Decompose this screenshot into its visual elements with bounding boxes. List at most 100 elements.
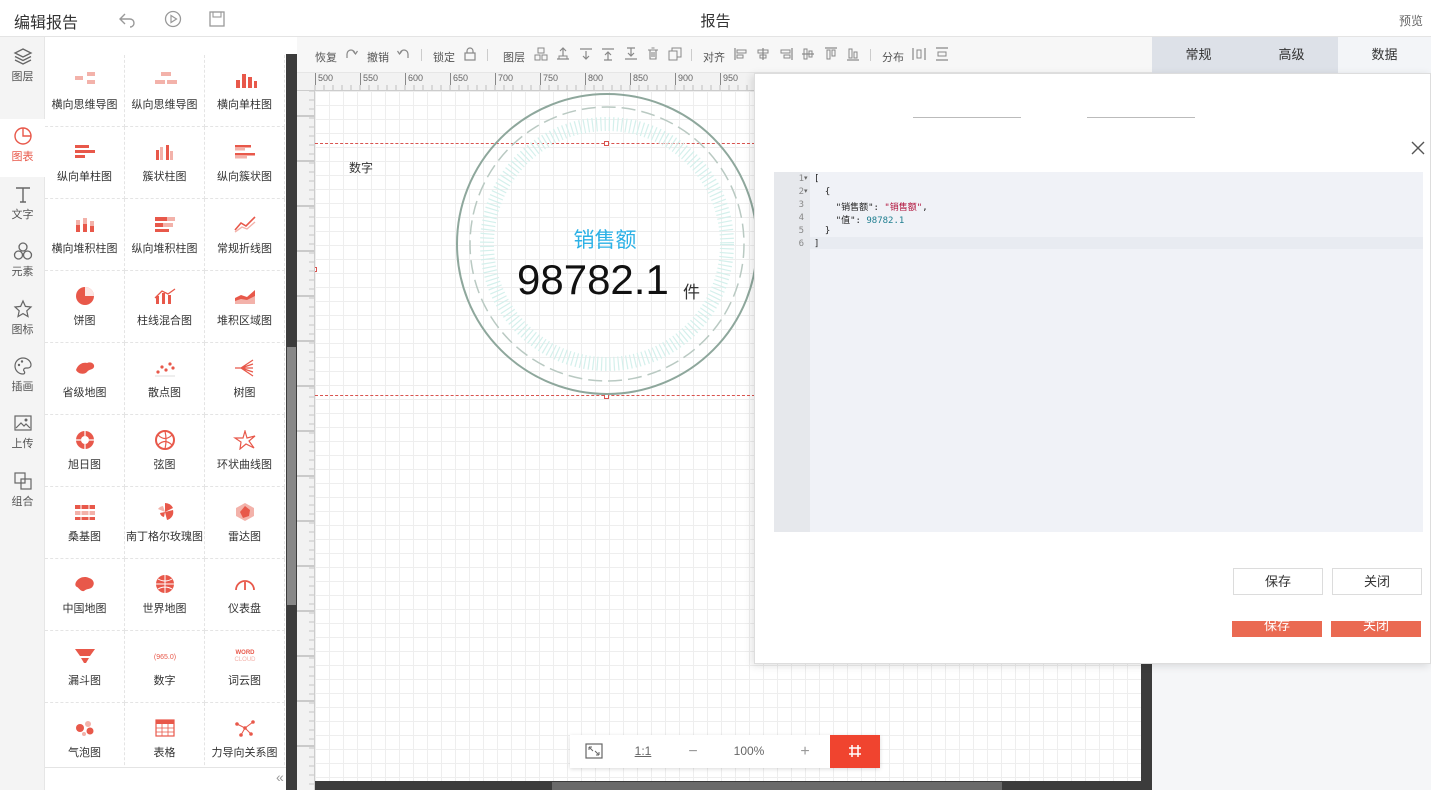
actual-size-button[interactable]: 1:1 xyxy=(618,735,668,768)
chart-type-icon: (965.0) xyxy=(153,654,175,661)
palette-item[interactable]: 南丁格尔玫瑰图 xyxy=(125,487,205,559)
palette-item[interactable]: 柱线混合图 xyxy=(125,271,205,343)
copy-icon[interactable] xyxy=(668,47,682,61)
data-editor-modal: 1 2 3 4 5 6 ▾ ▾ [ { "销售额": "销售额", "值": 9… xyxy=(754,73,1431,664)
send-backward-icon[interactable] xyxy=(579,47,593,61)
palette-scroll-thumb[interactable] xyxy=(287,347,296,605)
zoom-out-button[interactable]: − xyxy=(668,735,718,768)
align-center-v-icon[interactable] xyxy=(801,47,815,61)
palette-item[interactable]: 仪表盘 xyxy=(205,559,285,631)
canvas-scroll-thumb[interactable] xyxy=(552,782,1002,790)
tab-general[interactable]: 常规 xyxy=(1152,37,1245,73)
palette-item[interactable]: 散点图 xyxy=(125,343,205,415)
palette-item[interactable]: 环状曲线图 xyxy=(205,415,285,487)
palette-item[interactable]: 横向单柱图 xyxy=(205,55,285,127)
chart-type-icon xyxy=(75,721,93,736)
json-code-editor[interactable]: 1 2 3 4 5 6 ▾ ▾ [ { "销售额": "销售额", "值": 9… xyxy=(774,172,1423,532)
align-top-icon[interactable] xyxy=(824,47,838,61)
align-right-icon[interactable] xyxy=(779,47,793,61)
palette-item[interactable]: 树图 xyxy=(205,343,285,415)
rail-item-group[interactable]: 组合 xyxy=(0,464,45,522)
fit-screen-icon xyxy=(585,743,603,759)
chart-type-icon xyxy=(233,216,256,233)
palette-item[interactable]: (965.0) 数字 xyxy=(125,631,205,703)
distribute-h-icon[interactable] xyxy=(912,47,926,61)
rail-item-illustrations[interactable]: 插画 xyxy=(0,349,45,407)
palette-item[interactable]: 纵向单柱图 xyxy=(45,127,125,199)
rail-item-icons[interactable]: 图标 xyxy=(0,292,45,350)
tab-advanced[interactable]: 高级 xyxy=(1245,37,1338,73)
palette-item[interactable]: 桑基图 xyxy=(45,487,125,559)
bring-forward-icon[interactable] xyxy=(556,47,570,61)
close-button[interactable]: 关闭 xyxy=(1332,568,1422,595)
tab-data[interactable]: 数据 xyxy=(1338,37,1431,73)
zoom-in-button[interactable]: + xyxy=(780,735,830,768)
chart-type-icon xyxy=(232,430,255,450)
palette-item[interactable]: 横向堆积柱图 xyxy=(45,199,125,271)
rail-item-elements[interactable]: 元素 xyxy=(0,234,45,292)
palette-item-label: 弦图 xyxy=(153,459,176,471)
lock-icon[interactable] xyxy=(463,47,477,61)
palette-item[interactable]: WORD CLOUD 词云图 xyxy=(205,631,285,703)
palette-item[interactable]: 横向思维导图 xyxy=(45,55,125,127)
svg-text:WORD: WORD xyxy=(235,650,255,656)
palette-item-label: 纵向簇状图 xyxy=(217,171,272,183)
ruler-mark: 550 xyxy=(360,73,378,85)
modal-tab-underline[interactable] xyxy=(1087,117,1195,118)
palette-item[interactable]: 世界地图 xyxy=(125,559,205,631)
palette-item[interactable]: 纵向簇状图 xyxy=(205,127,285,199)
json-key: "销售额" xyxy=(835,203,874,213)
resize-handle[interactable] xyxy=(315,267,317,272)
send-to-back-icon[interactable] xyxy=(624,47,638,61)
layer-up-icon[interactable] xyxy=(534,47,548,61)
palette-item[interactable]: 堆积区域图 xyxy=(205,271,285,343)
canvas-scrollbar-vertical[interactable] xyxy=(1141,660,1152,790)
save-button-underlying[interactable]: 保存 xyxy=(1232,621,1322,637)
palette-item[interactable]: 纵向堆积柱图 xyxy=(125,199,205,271)
palette-item[interactable]: 力导向关系图 xyxy=(205,703,285,775)
fold-arrow-icon[interactable]: ▾ xyxy=(804,187,808,195)
close-icon[interactable] xyxy=(1410,140,1426,156)
palette-item[interactable]: 旭日图 xyxy=(45,415,125,487)
preview-button[interactable]: 预览 xyxy=(1399,12,1423,29)
palette-item[interactable]: 漏斗图 xyxy=(45,631,125,703)
widget-label: 数字 xyxy=(349,161,374,175)
fit-screen-button[interactable] xyxy=(570,735,618,768)
rail-item-layers[interactable]: 图层 xyxy=(0,39,45,97)
palette-item[interactable]: 纵向思维导图 xyxy=(125,55,205,127)
modal-tab-underline[interactable] xyxy=(913,117,1021,118)
redo-icon[interactable] xyxy=(344,47,358,61)
rail-item-upload[interactable]: 上传 xyxy=(0,406,45,464)
palette-item[interactable]: 省级地图 xyxy=(45,343,125,415)
rail-item-text[interactable]: 文字 xyxy=(0,177,45,235)
align-left-icon[interactable] xyxy=(734,47,748,61)
redo-label[interactable]: 恢复 xyxy=(315,49,337,65)
delete-icon[interactable] xyxy=(646,47,660,61)
code-line: "销售额": "销售额", xyxy=(835,203,928,213)
palette-item[interactable]: 气泡图 xyxy=(45,703,125,775)
palette-item[interactable]: 表格 xyxy=(125,703,205,775)
grid-toggle-button[interactable] xyxy=(830,735,880,768)
undo-arrow-icon[interactable] xyxy=(397,47,411,61)
undo-label[interactable]: 撤销 xyxy=(367,49,389,65)
palette-item[interactable]: 簇状柱图 xyxy=(125,127,205,199)
palette-item-label: 簇状柱图 xyxy=(142,171,187,183)
align-center-h-icon[interactable] xyxy=(756,47,770,61)
number-widget[interactable]: 数字 销售额 98782.1 件 xyxy=(315,93,758,399)
fold-arrow-icon[interactable]: ▾ xyxy=(804,174,808,182)
palette-item[interactable]: 中国地图 xyxy=(45,559,125,631)
lock-label[interactable]: 锁定 xyxy=(433,49,455,65)
rail-label: 图表 xyxy=(11,151,34,163)
palette-item[interactable]: 弦图 xyxy=(125,415,205,487)
align-bottom-icon[interactable] xyxy=(846,47,860,61)
collapse-panel-icon[interactable]: « xyxy=(276,769,284,785)
palette-item[interactable]: 雷达图 xyxy=(205,487,285,559)
rail-item-charts[interactable]: 图表 xyxy=(0,119,45,177)
palette-item[interactable]: 饼图 xyxy=(45,271,125,343)
bring-to-front-icon[interactable] xyxy=(601,47,615,61)
distribute-v-icon[interactable] xyxy=(935,47,949,61)
palette-item[interactable]: 常规折线图 xyxy=(205,199,285,271)
chart-type-icon xyxy=(235,503,254,521)
save-button[interactable]: 保存 xyxy=(1233,568,1323,595)
close-button-underlying[interactable]: 关闭 xyxy=(1331,621,1421,637)
